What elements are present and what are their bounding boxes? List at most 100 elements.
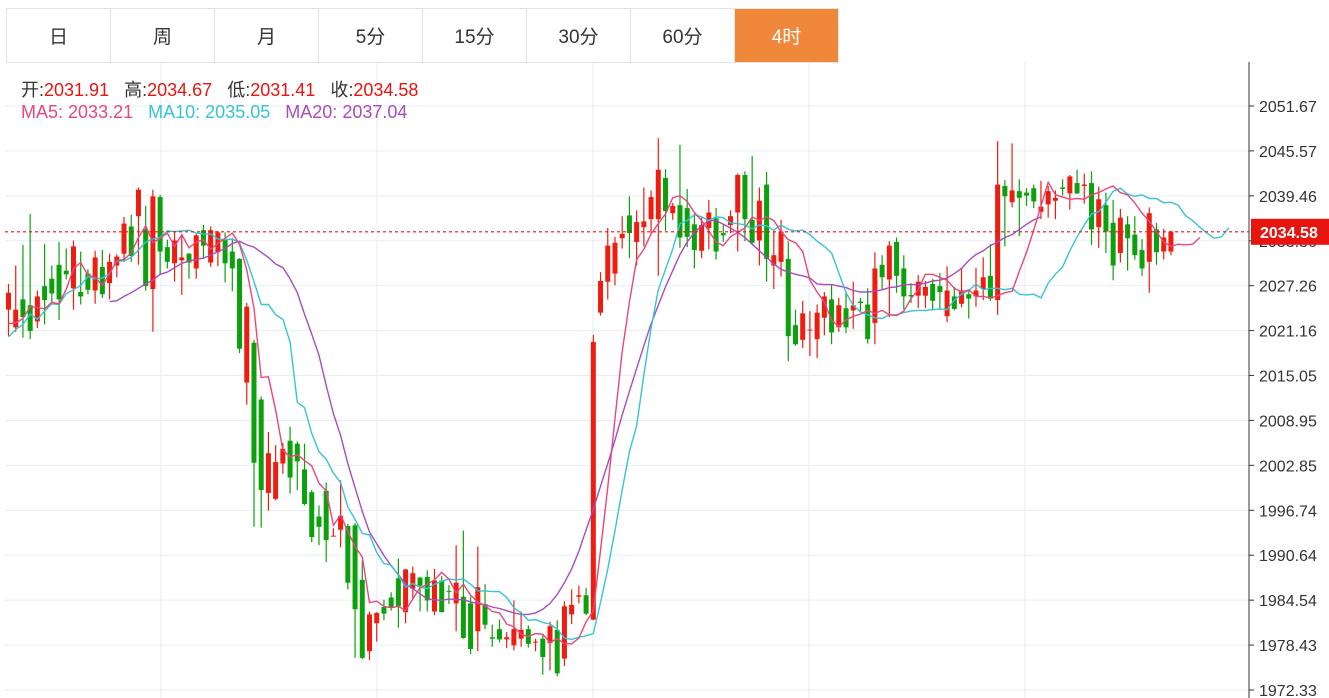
candle-body — [258, 399, 264, 491]
candle-body — [381, 607, 387, 614]
candle-body — [944, 290, 950, 317]
candle-body — [735, 174, 741, 213]
candle-body — [655, 169, 661, 220]
candle-body — [251, 342, 257, 463]
candle-body — [410, 573, 416, 589]
candle-body — [1153, 229, 1159, 253]
candle-body — [1031, 188, 1037, 202]
y-tick-label: 2021.16 — [1259, 324, 1317, 341]
candle-body — [1074, 183, 1080, 194]
y-tick-label: 1990.64 — [1259, 548, 1317, 565]
ma10-value: 2035.05 — [205, 102, 271, 122]
candle-body — [489, 637, 495, 639]
candle-body — [352, 525, 358, 610]
candle-body — [244, 306, 250, 383]
candle-body — [576, 595, 582, 597]
candle-body — [1132, 234, 1138, 256]
candle-body — [417, 577, 423, 586]
candle-body — [222, 239, 228, 264]
candle-body — [1060, 187, 1066, 189]
candle-body — [1168, 231, 1174, 252]
ma20-label: MA20: — [285, 102, 338, 122]
candle-body — [540, 638, 546, 658]
ma-readout: MA5: 2033.21 MA10: 2035.05 MA20: 2037.04 — [21, 102, 407, 123]
candle-body — [583, 595, 589, 614]
candle-body — [987, 275, 993, 299]
y-tick-label: 1978.43 — [1259, 638, 1317, 655]
candle-body — [699, 225, 705, 251]
candle-body — [533, 641, 539, 643]
y-tick-label: 2039.46 — [1259, 189, 1317, 206]
candle-body — [612, 242, 618, 274]
candle-body — [598, 280, 604, 313]
y-tick-label: 2045.57 — [1259, 144, 1317, 161]
candle-body — [309, 492, 315, 538]
ma5-label: MA5: — [21, 102, 64, 122]
candle-body — [439, 580, 445, 613]
y-tick-label: 1972.33 — [1259, 683, 1317, 698]
candle-body — [857, 301, 863, 304]
candle-body — [164, 247, 170, 262]
candle-body — [1139, 250, 1145, 269]
candle-body — [663, 177, 669, 212]
ma5-value: 2033.21 — [68, 102, 134, 122]
candle-body — [626, 215, 632, 234]
candle-body — [6, 292, 11, 310]
candle-body — [670, 205, 676, 214]
ma10-line — [7, 187, 1230, 641]
candle-body — [966, 294, 972, 299]
candle-body — [922, 286, 928, 296]
candle-body — [691, 224, 697, 251]
candle-body — [879, 264, 885, 278]
high-label: 高: — [124, 80, 148, 100]
y-tick-label: 2027.26 — [1259, 279, 1317, 296]
candle-body — [460, 596, 466, 638]
candle-body — [641, 221, 647, 228]
candle-body — [792, 325, 798, 345]
candle-body — [403, 569, 409, 613]
candle-body — [359, 579, 365, 658]
candle-body — [1103, 205, 1109, 232]
y-tick-label: 2002.85 — [1259, 458, 1317, 475]
candle-body — [713, 218, 719, 252]
candle-body — [179, 257, 185, 261]
candle-body — [193, 235, 199, 269]
candle-body — [561, 606, 567, 659]
y-tick-label: 2051.67 — [1259, 99, 1317, 116]
ma10-label: MA10: — [148, 102, 201, 122]
candle-body — [648, 197, 654, 220]
candle-body — [237, 258, 243, 349]
candle-body — [807, 329, 813, 331]
y-tick-label: 2008.95 — [1259, 413, 1317, 430]
candle-body — [1002, 186, 1008, 197]
candle-body — [330, 535, 336, 537]
candle-body — [92, 257, 98, 291]
y-tick-label: 1984.54 — [1259, 593, 1317, 610]
candle-body — [496, 629, 502, 640]
candle-body — [157, 197, 163, 252]
candle-body — [273, 462, 279, 499]
candle-body — [229, 251, 235, 269]
candle-body — [367, 614, 372, 652]
high-value: 2034.67 — [147, 80, 213, 100]
candle-body — [1110, 222, 1116, 266]
candle-body — [742, 174, 748, 220]
candle-body — [619, 233, 625, 239]
candle-body — [143, 229, 149, 287]
ma5-line — [8, 180, 1201, 645]
candle-body — [569, 604, 575, 615]
candle-body — [894, 241, 900, 276]
close-label: 收: — [330, 80, 354, 100]
candle-body — [374, 612, 380, 624]
candle-body — [468, 603, 474, 650]
candle-body — [316, 516, 322, 527]
candle-body — [800, 313, 806, 340]
last-price-label: 2034.58 — [1260, 225, 1318, 242]
y-tick-label: 2015.05 — [1259, 369, 1317, 386]
candle-body — [901, 268, 907, 297]
candle-body — [121, 223, 127, 254]
candle-body — [42, 286, 48, 301]
candle-body — [1081, 184, 1087, 187]
candle-body — [605, 245, 611, 282]
candle-body — [785, 258, 791, 337]
